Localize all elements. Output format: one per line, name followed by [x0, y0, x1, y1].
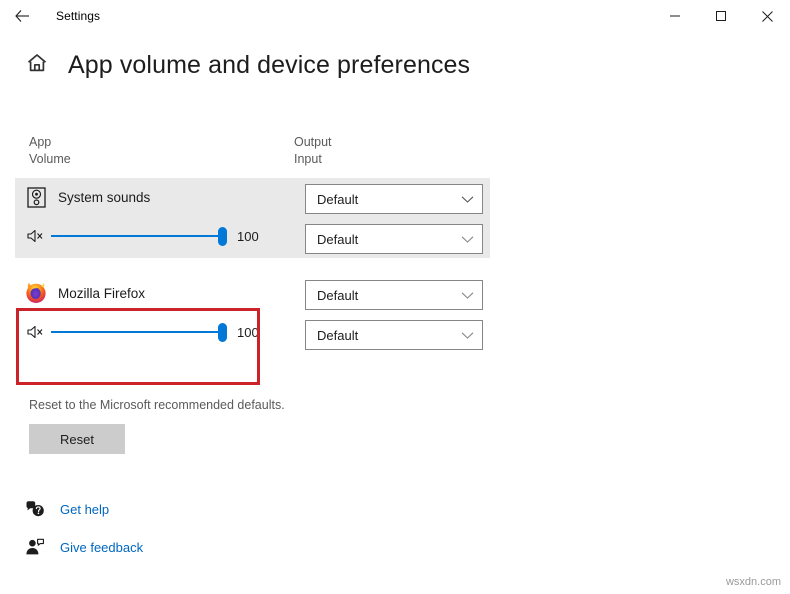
app-name: System sounds [58, 189, 151, 205]
volume-slider-track [51, 235, 224, 237]
volume-slider-row: 100 [25, 319, 265, 345]
chevron-down-icon [461, 331, 474, 340]
get-help-link[interactable]: Get help [24, 496, 790, 522]
reset-button[interactable]: Reset [29, 424, 125, 454]
app-name: Mozilla Firefox [58, 285, 146, 301]
page-header: App volume and device preferences [0, 32, 790, 82]
output-device-value: Default [317, 191, 359, 207]
volume-slider-track [51, 331, 224, 333]
app-identity: System sounds [25, 184, 265, 210]
feedback-person-icon [24, 537, 46, 557]
volume-slider[interactable] [51, 322, 227, 342]
app-row-left: Mozilla Firefox 100 [25, 280, 265, 345]
app-row[interactable]: Mozilla Firefox 100 Default Default [15, 274, 490, 354]
caption-buttons [652, 0, 790, 32]
column-header-output-label: Output [294, 135, 332, 149]
app-row-left: System sounds 100 [25, 184, 265, 249]
volume-value: 100 [237, 324, 259, 340]
app-volume-list: System sounds 100 Default Default Mozill… [0, 178, 790, 354]
close-button[interactable] [744, 0, 790, 32]
page-title: App volume and device preferences [68, 50, 471, 79]
input-device-value: Default [317, 231, 359, 247]
column-header-volume-label: Volume [29, 152, 71, 166]
home-icon [25, 51, 49, 80]
app-row-right: Default Default [305, 184, 485, 254]
column-header-app-label: App [29, 135, 52, 149]
minimize-icon [669, 10, 681, 22]
chevron-down-icon [461, 195, 474, 204]
output-device-value: Default [317, 287, 359, 303]
reset-description: Reset to the Microsoft recommended defau… [29, 398, 285, 412]
output-device-dropdown[interactable]: Default [305, 184, 483, 214]
give-feedback-link[interactable]: Give feedback [24, 534, 790, 560]
column-header-input-label: Input [294, 152, 322, 166]
chevron-down-icon [461, 235, 474, 244]
maximize-button[interactable] [698, 0, 744, 32]
watermark: wsxdn.com [725, 576, 781, 588]
firefox-icon [25, 282, 47, 304]
back-arrow-icon [13, 7, 31, 25]
column-header-output: Output Input [294, 134, 332, 168]
help-bubble-icon [24, 499, 46, 519]
volume-value: 100 [237, 228, 259, 244]
app-identity: Mozilla Firefox [25, 280, 265, 306]
give-feedback-label: Give feedback [60, 539, 144, 555]
home-button[interactable] [20, 48, 54, 82]
input-device-dropdown[interactable]: Default [305, 320, 483, 350]
app-row[interactable]: System sounds 100 Default Default [15, 178, 490, 258]
volume-slider-thumb[interactable] [218, 227, 227, 246]
volume-slider[interactable] [51, 226, 227, 246]
window-title: Settings [56, 9, 101, 23]
column-headers: App Volume Output Input [0, 134, 790, 178]
footer-links: Get help Give feedback [0, 496, 790, 560]
get-help-label: Get help [60, 501, 110, 517]
speaker-mute-icon[interactable] [25, 227, 45, 245]
back-button[interactable] [0, 0, 44, 32]
reset-section: Reset to the Microsoft recommended defau… [0, 398, 790, 454]
speaker-box-icon [25, 186, 47, 208]
output-device-dropdown[interactable]: Default [305, 280, 483, 310]
close-icon [761, 10, 774, 23]
speaker-mute-icon[interactable] [25, 323, 45, 341]
volume-slider-thumb[interactable] [218, 323, 227, 342]
maximize-icon [715, 10, 727, 22]
chevron-down-icon [461, 291, 474, 300]
volume-slider-row: 100 [25, 223, 265, 249]
app-row-right: Default Default [305, 280, 485, 350]
input-device-value: Default [317, 327, 359, 343]
input-device-dropdown[interactable]: Default [305, 224, 483, 254]
minimize-button[interactable] [652, 0, 698, 32]
title-bar: Settings [0, 0, 790, 32]
column-header-app: App Volume [29, 134, 71, 168]
